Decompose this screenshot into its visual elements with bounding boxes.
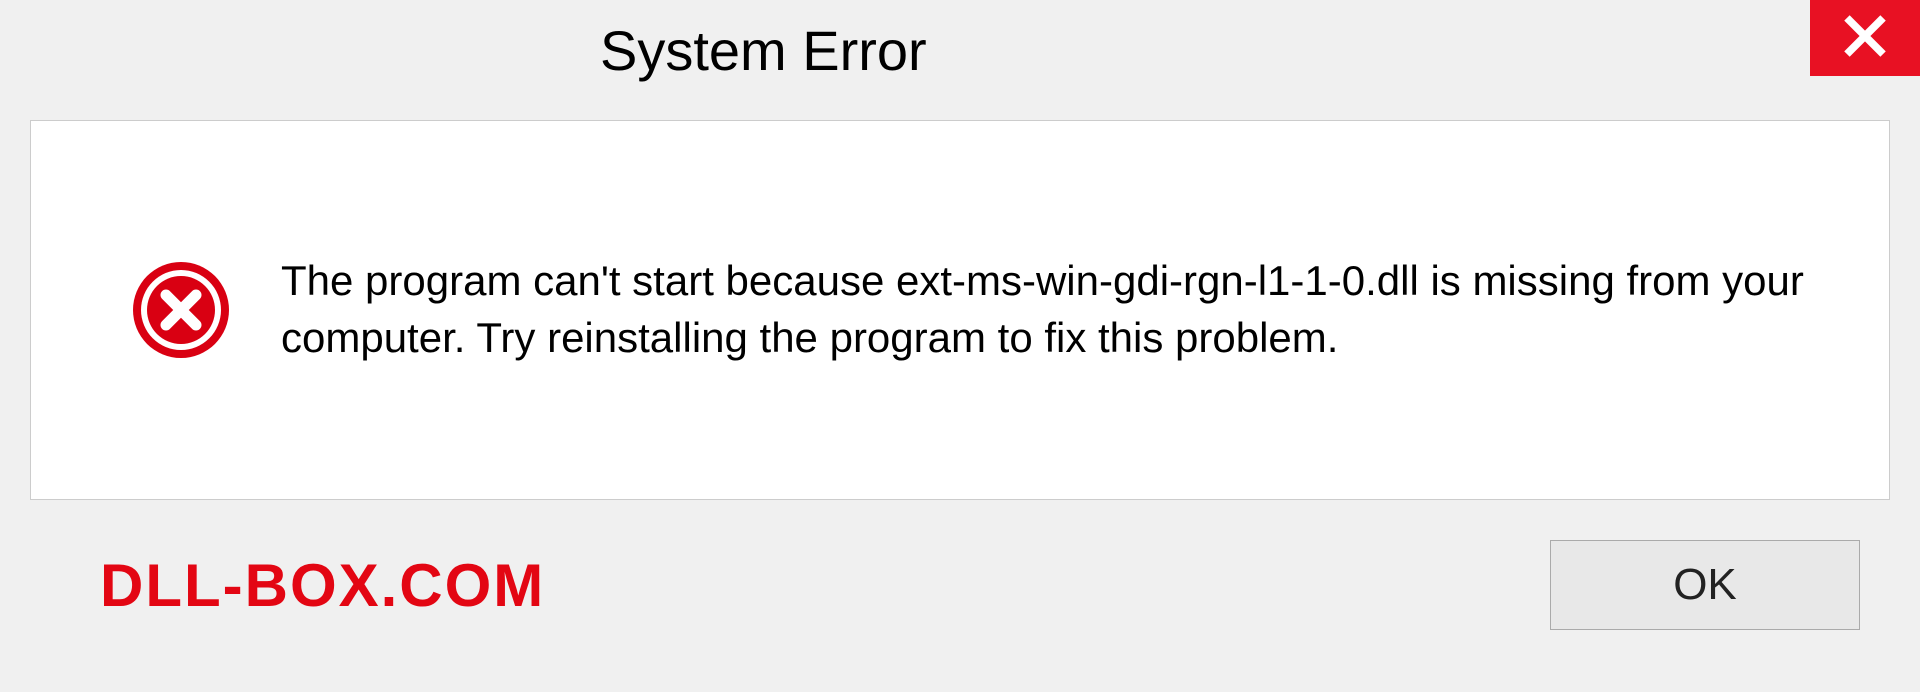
content-panel: The program can't start because ext-ms-w… — [30, 120, 1890, 500]
watermark-text: DLL-BOX.COM — [100, 551, 545, 620]
dialog-title: System Error — [600, 18, 927, 83]
error-icon — [131, 260, 231, 360]
close-button[interactable] — [1810, 0, 1920, 76]
titlebar: System Error — [0, 0, 1920, 100]
close-icon — [1842, 13, 1888, 64]
footer: DLL-BOX.COM OK — [0, 500, 1920, 630]
ok-button[interactable]: OK — [1550, 540, 1860, 630]
error-message: The program can't start because ext-ms-w… — [281, 253, 1829, 366]
ok-button-label: OK — [1673, 560, 1737, 610]
